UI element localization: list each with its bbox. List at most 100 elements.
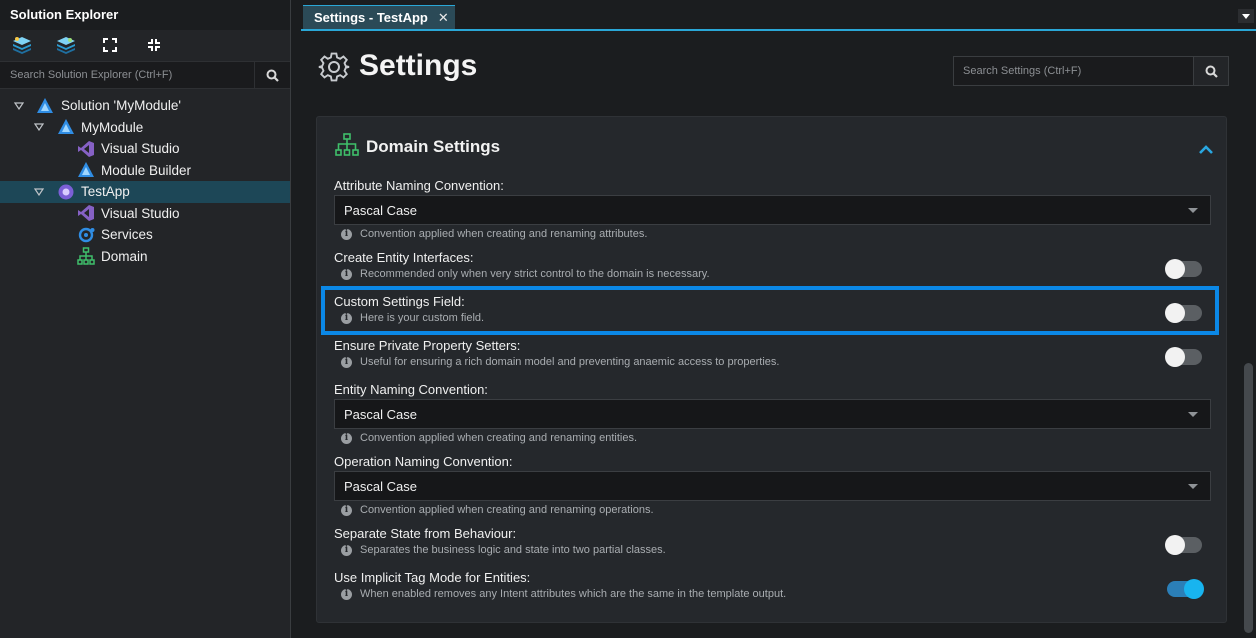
solution-search-input[interactable] xyxy=(0,62,254,88)
gear-icon xyxy=(318,52,350,82)
chevron-down-icon xyxy=(1188,484,1198,489)
tree-item-solution[interactable]: Solution 'MyModule' xyxy=(0,95,290,117)
tree-item-label: MyModule xyxy=(81,119,144,135)
tree-item-label: Domain xyxy=(101,248,148,264)
field-label-entity-naming: Entity Naming Convention: xyxy=(334,382,488,397)
implicit-tag-mode-toggle[interactable] xyxy=(1167,579,1204,599)
collapse-icon[interactable] xyxy=(144,35,164,55)
vertical-scrollbar[interactable] xyxy=(1242,99,1256,638)
tree-item-label: Solution 'MyModule' xyxy=(61,98,181,114)
visual-studio-icon xyxy=(77,204,95,222)
private-setters-toggle[interactable] xyxy=(1165,347,1202,367)
chevron-down-icon[interactable] xyxy=(1238,9,1254,23)
info-icon: i xyxy=(341,268,352,280)
field-hint: i Separates the business logic and state … xyxy=(341,544,666,556)
search-icon[interactable] xyxy=(254,62,290,88)
select-value: Pascal Case xyxy=(344,478,417,494)
domain-settings-section: Domain Settings Attribute Naming Convent… xyxy=(316,116,1227,623)
module-builder-icon xyxy=(77,161,95,179)
field-hint: i Convention applied when creating and re… xyxy=(341,432,637,444)
field-label-operation-naming: Operation Naming Convention: xyxy=(334,454,513,469)
solution-explorer: Solution Explorer Search Solution Explor… xyxy=(0,0,291,638)
tree-item-services[interactable]: Services xyxy=(0,224,290,246)
domain-icon xyxy=(77,247,95,265)
tree-item-module-builder[interactable]: Module Builder xyxy=(0,160,290,182)
close-icon[interactable]: ✕ xyxy=(438,10,449,26)
info-icon: i xyxy=(341,228,352,240)
select-value: Pascal Case xyxy=(344,202,417,218)
field-hint: i Convention applied when creating and re… xyxy=(341,504,654,516)
settings-search-input[interactable] xyxy=(954,57,1193,85)
field-label-implicit-tag-mode: Use Implicit Tag Mode for Entities: xyxy=(334,570,531,585)
field-label-custom-settings: Custom Settings Field: xyxy=(334,294,465,309)
tree-item-label: Visual Studio xyxy=(101,205,180,221)
tree-item-visual-studio[interactable]: Visual Studio xyxy=(0,138,290,160)
hint-text: Separates the business logic and state i… xyxy=(360,544,666,556)
scrollbar-thumb[interactable] xyxy=(1244,363,1253,633)
field-hint: i Useful for ensuring a rich domain model… xyxy=(341,356,779,368)
field-label-private-setters: Ensure Private Property Setters: xyxy=(334,338,521,353)
toggle-knob xyxy=(1165,347,1185,367)
toggle-knob xyxy=(1184,579,1204,599)
info-icon: i xyxy=(341,312,352,324)
field-label-create-entity-interfaces: Create Entity Interfaces: xyxy=(334,250,474,265)
field-hint: i When enabled removes any Intent attribu… xyxy=(341,588,786,600)
field-hint: i Here is your custom field. xyxy=(341,312,484,324)
create-entity-interfaces-toggle[interactable] xyxy=(1165,259,1202,279)
visual-studio-icon xyxy=(77,140,95,158)
hint-text: Useful for ensuring a rich domain model … xyxy=(360,356,780,368)
tree-item-visual-studio[interactable]: Visual Studio xyxy=(0,203,290,225)
hint-text: Convention applied when creating and ren… xyxy=(360,228,648,240)
page-title: Settings xyxy=(359,49,478,82)
hint-text: Here is your custom field. xyxy=(360,312,485,324)
tree-item-label: Services xyxy=(101,227,153,243)
document-tab-strip: Settings - TestApp ✕ xyxy=(301,0,1256,31)
domain-icon xyxy=(335,133,359,156)
search-icon[interactable] xyxy=(1193,57,1228,85)
info-icon: i xyxy=(341,588,352,600)
custom-settings-toggle[interactable] xyxy=(1165,303,1202,323)
field-label-attribute-naming: Attribute Naming Convention: xyxy=(334,178,504,193)
tab-settings-testapp[interactable]: Settings - TestApp ✕ xyxy=(303,5,455,29)
info-icon: i xyxy=(341,544,352,556)
hint-text: Convention applied when creating and ren… xyxy=(360,432,638,444)
services-icon xyxy=(77,226,95,244)
app-icon xyxy=(57,183,75,201)
solution-explorer-search xyxy=(0,61,290,89)
separate-state-toggle[interactable] xyxy=(1165,535,1202,555)
tree-item-label: Module Builder xyxy=(101,162,192,178)
field-label-separate-state: Separate State from Behaviour: xyxy=(334,526,517,541)
module-icon xyxy=(57,118,75,136)
tree-item-label: Visual Studio xyxy=(101,141,180,157)
solution-tree: Solution 'MyModule' MyModule Visual Stud… xyxy=(0,95,290,267)
chevron-down-icon[interactable] xyxy=(34,187,44,197)
operation-naming-select[interactable]: Pascal Case xyxy=(334,471,1211,501)
chevron-down-icon[interactable] xyxy=(14,101,24,111)
attribute-naming-select[interactable]: Pascal Case xyxy=(334,195,1211,225)
settings-view: Settings Domain Settings Attribute Namin… xyxy=(301,31,1256,638)
expand-icon[interactable] xyxy=(100,35,120,55)
info-icon: i xyxy=(341,356,352,368)
solution-icon xyxy=(36,97,54,115)
info-icon: i xyxy=(341,504,352,516)
solution-explorer-toolbar xyxy=(0,30,290,59)
tab-label: Settings - TestApp xyxy=(314,10,428,25)
hint-text: Convention applied when creating and ren… xyxy=(360,504,654,516)
chevron-down-icon[interactable] xyxy=(34,122,44,132)
info-icon: i xyxy=(341,432,352,444)
chevron-down-icon xyxy=(1188,208,1198,213)
layers-stack-icon[interactable] xyxy=(12,35,32,55)
select-value: Pascal Case xyxy=(344,406,417,422)
chevron-up-icon[interactable] xyxy=(1198,143,1214,155)
solution-explorer-title: Solution Explorer xyxy=(0,0,290,30)
toggle-knob xyxy=(1165,303,1185,323)
toggle-knob xyxy=(1165,535,1185,555)
layers-stack-icon[interactable] xyxy=(56,35,76,55)
field-hint: i Recommended only when very strict contr… xyxy=(341,268,710,280)
field-hint: i Convention applied when creating and re… xyxy=(341,228,647,240)
tree-item-testapp[interactable]: TestApp xyxy=(0,181,290,203)
tree-item-mymodule[interactable]: MyModule xyxy=(0,117,290,139)
hint-text: Recommended only when very strict contro… xyxy=(360,268,710,280)
entity-naming-select[interactable]: Pascal Case xyxy=(334,399,1211,429)
tree-item-domain[interactable]: Domain xyxy=(0,246,290,268)
